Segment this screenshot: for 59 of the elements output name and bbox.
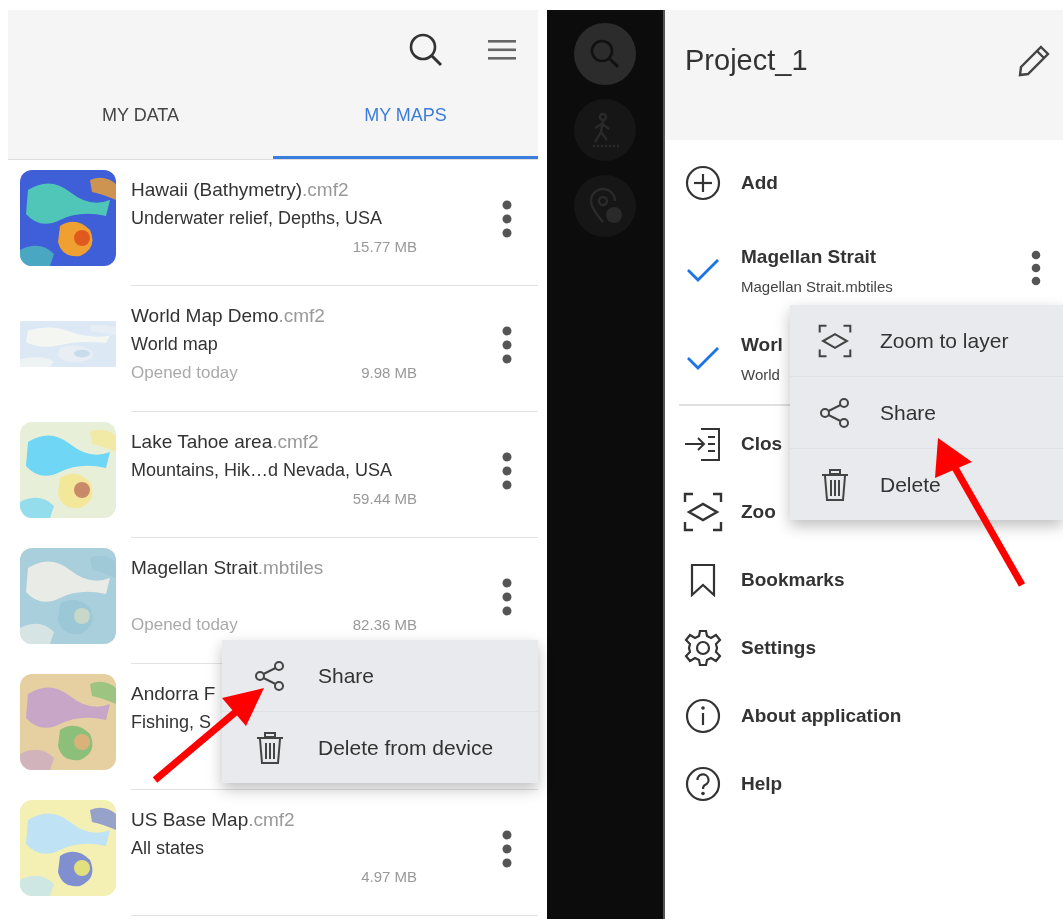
- pencil-icon[interactable]: [1017, 44, 1051, 78]
- drawer-item[interactable]: Bookmarks: [741, 569, 845, 591]
- file-size: 82.36 MB: [352, 615, 417, 635]
- more-options-icon[interactable]: [1031, 250, 1041, 286]
- layer-file: World: [741, 365, 781, 383]
- map-title: US Base Map.cmf2: [131, 808, 296, 832]
- drawer-item[interactable]: About application: [741, 705, 902, 727]
- tab[interactable]: MY MAPS: [273, 89, 538, 159]
- drawer-item[interactable]: Zoo: [741, 501, 776, 523]
- file-size: 9.98 MB: [361, 363, 417, 383]
- more-options-icon[interactable]: [502, 326, 512, 364]
- map-description: Mountains, Hik…d Nevada, USA: [131, 459, 394, 482]
- map-title: World Map Demo.cmf2: [131, 304, 326, 328]
- tab[interactable]: MY DATA: [8, 89, 273, 159]
- map-description: All states: [131, 837, 206, 860]
- file-size: 15.77 MB: [352, 237, 417, 257]
- add-icon: [685, 165, 721, 201]
- trash-icon: [256, 731, 284, 764]
- more-options-icon[interactable]: [502, 830, 512, 868]
- drawer-item[interactable]: Settings: [741, 637, 816, 659]
- opened-date: Opened today: [131, 615, 238, 634]
- menu-icon[interactable]: [488, 37, 518, 62]
- opened-date: Opened today: [131, 363, 238, 382]
- menu-item[interactable]: Share: [318, 663, 375, 688]
- file-size: 4.97 MB: [361, 867, 417, 887]
- zoom-to-layer-icon: [818, 323, 852, 358]
- menu-item[interactable]: Zoom to layer: [880, 328, 1009, 353]
- more-options-icon[interactable]: [502, 200, 512, 238]
- info-icon: [685, 698, 721, 734]
- map-title: Magellan Strait.mbtiles: [131, 556, 325, 580]
- map-title: Lake Tahoe area.cmf2: [131, 430, 320, 454]
- share-icon: [819, 396, 851, 429]
- drawer-item[interactable]: Clos: [741, 433, 783, 455]
- more-options-icon[interactable]: [502, 452, 512, 490]
- drawer-item[interactable]: Help: [741, 773, 783, 795]
- trash-icon: [821, 468, 849, 501]
- checkmark-icon[interactable]: [686, 257, 720, 283]
- menu-item[interactable]: Delete: [880, 472, 941, 497]
- map-title: Hawaii (Bathymetry).cmf2: [131, 178, 350, 202]
- layer-name: Worl: [741, 333, 783, 356]
- file-size: 59.44 MB: [352, 489, 417, 509]
- map-description: Underwater relief, Depths, USA: [131, 207, 384, 230]
- close-list-icon: [684, 427, 722, 461]
- layer-name: Magellan Strait: [741, 245, 878, 268]
- drawer-item[interactable]: Add: [741, 172, 778, 194]
- share-icon: [254, 659, 286, 692]
- map-description: Fishing, S: [131, 711, 213, 734]
- bookmark-icon: [689, 563, 717, 597]
- help-icon: [685, 766, 721, 802]
- checkmark-icon[interactable]: [686, 345, 720, 371]
- menu-item[interactable]: Delete from device: [318, 735, 494, 760]
- layer-file: Magellan Strait.mbtiles: [741, 277, 893, 295]
- map-title: Andorra F: [131, 682, 217, 706]
- project-title: Project_1: [685, 44, 808, 77]
- zoom-to-layer-icon: [683, 492, 723, 532]
- map-description: World map: [131, 333, 219, 356]
- settings-icon: [684, 629, 722, 667]
- menu-item[interactable]: Share: [880, 400, 937, 425]
- more-options-icon[interactable]: [502, 578, 512, 616]
